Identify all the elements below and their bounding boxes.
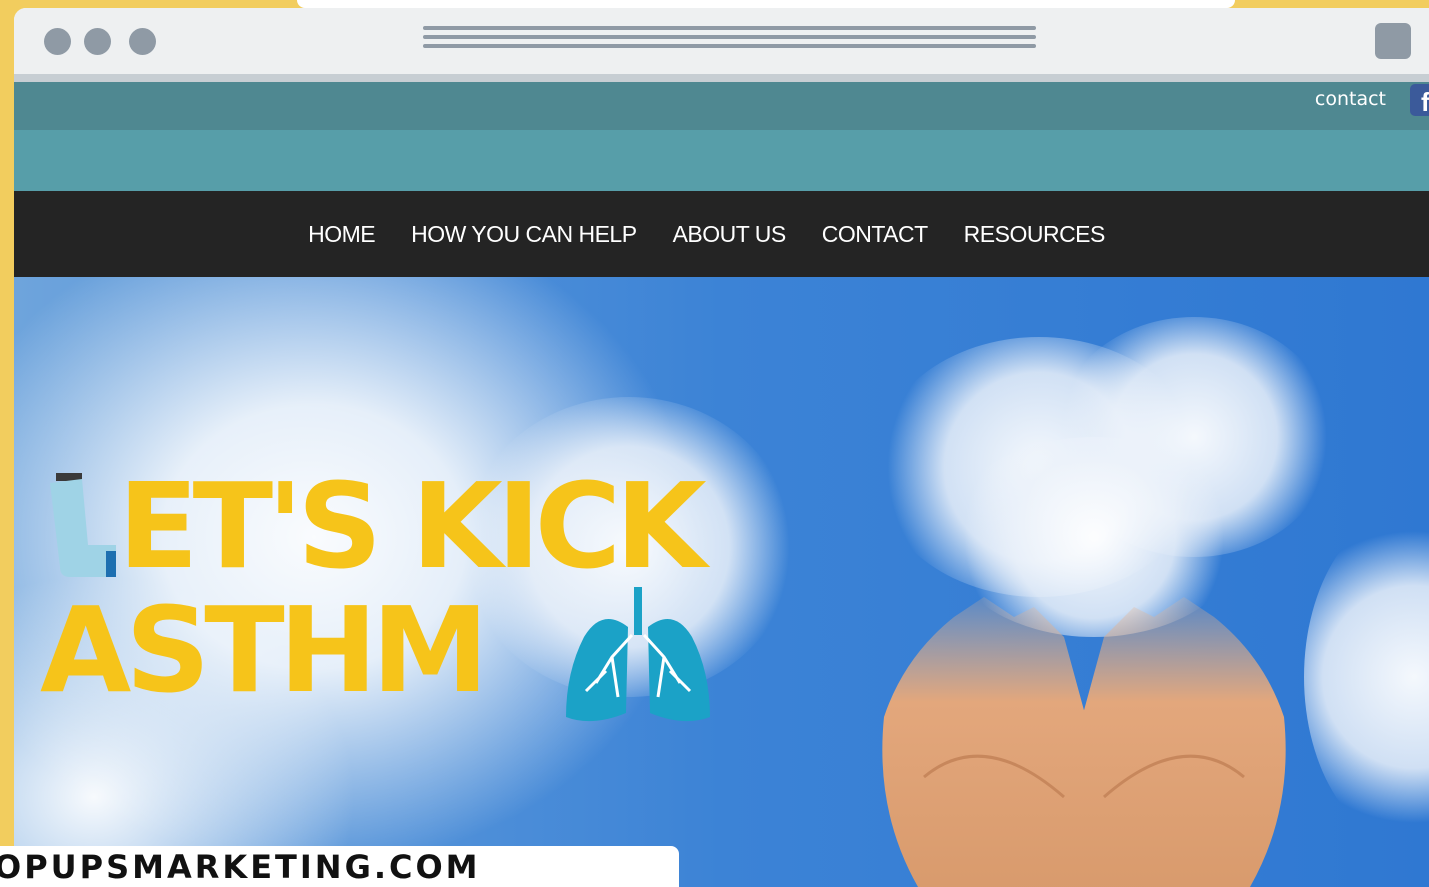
- nav-contact[interactable]: CONTACT: [822, 221, 928, 248]
- lungs-icon: [566, 587, 710, 722]
- cloud: [1304, 507, 1429, 847]
- nav-home[interactable]: HOME: [308, 221, 376, 248]
- main-nav: HOME HOW YOU CAN HELP ABOUT US CONTACT R…: [14, 191, 1429, 277]
- utility-bar: contact f: [14, 82, 1429, 130]
- brand-label-strip: OPUPSMARKETING.COM: [0, 846, 679, 887]
- window-maximize-dot[interactable]: [129, 28, 156, 55]
- nav-how-you-can-help[interactable]: HOW YOU CAN HELP: [411, 221, 637, 248]
- top-decor-tab: [297, 0, 1235, 8]
- header-band: [14, 130, 1429, 191]
- brand-text: OPUPSMARKETING.COM: [0, 848, 481, 886]
- nav-resources[interactable]: RESOURCES: [964, 221, 1106, 248]
- window-minimize-dot[interactable]: [84, 28, 111, 55]
- headline-line-1: ET'S KICK: [118, 457, 707, 595]
- address-bar[interactable]: [423, 26, 1036, 53]
- browser-menu-button[interactable]: [1375, 23, 1411, 59]
- hands-image: [882, 597, 1286, 887]
- contact-link[interactable]: contact: [1315, 88, 1386, 110]
- website: contact f HOME HOW YOU CAN HELP ABOUT US…: [14, 82, 1429, 887]
- browser-window: contact f HOME HOW YOU CAN HELP ABOUT US…: [14, 8, 1429, 887]
- nav-about-us[interactable]: ABOUT US: [673, 221, 787, 248]
- window-close-dot[interactable]: [44, 28, 71, 55]
- facebook-icon[interactable]: f: [1410, 84, 1429, 117]
- browser-toolbar: [14, 8, 1429, 82]
- hero-banner: ET'S KICK ASTHM: [14, 277, 1429, 887]
